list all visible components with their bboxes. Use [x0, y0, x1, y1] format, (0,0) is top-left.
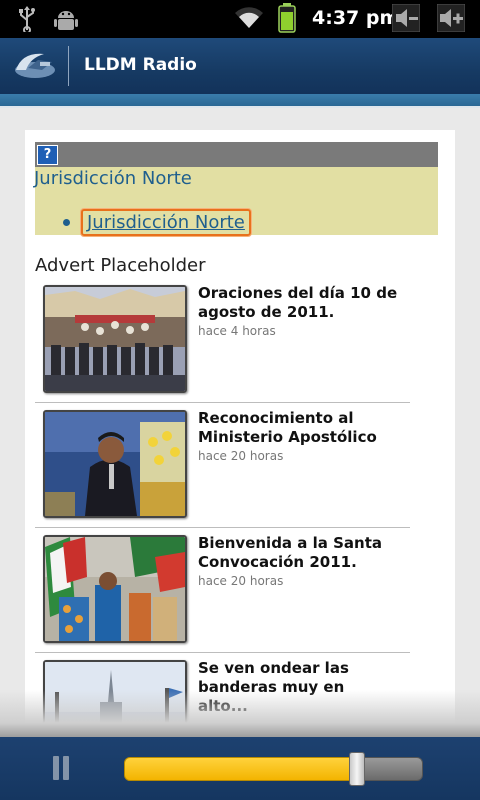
app-title: LLDM Radio: [84, 55, 197, 75]
battery-icon: [278, 3, 296, 37]
news-time: hace 20 horas: [198, 449, 284, 463]
news-title[interactable]: Reconocimiento al Ministerio Apostólico: [198, 409, 398, 447]
status-bar: 4:37 pm: [0, 0, 480, 38]
volume-slider-thumb[interactable]: [349, 752, 365, 786]
volume-slider-fill: [124, 757, 357, 781]
news-item[interactable]: Reconocimiento al Ministerio Apostólico …: [35, 403, 410, 528]
news-title[interactable]: Oraciones del día 10 de agosto de 2011.: [198, 284, 398, 322]
news-time: hace 20 horas: [198, 574, 284, 588]
usb-icon: [16, 6, 38, 36]
header-divider: [68, 46, 69, 86]
help-icon[interactable]: ?: [37, 145, 58, 165]
news-time: hace 4 horas: [198, 324, 276, 338]
bullet-icon: [63, 219, 70, 226]
volume-down-icon[interactable]: [391, 3, 421, 36]
app-header: LLDM Radio: [0, 38, 480, 94]
pause-icon[interactable]: [53, 756, 71, 780]
status-time: 4:37 pm: [312, 7, 400, 29]
wifi-icon: [233, 4, 265, 34]
header-stripe: [0, 94, 480, 106]
lldm-logo: [12, 48, 58, 88]
news-title[interactable]: Bienvenida a la Santa Convocación 2011.: [198, 534, 398, 572]
news-thumbnail[interactable]: [43, 285, 187, 393]
widget-heading: Jurisdicción Norte: [34, 168, 192, 189]
news-thumbnail[interactable]: [43, 410, 187, 518]
android-debug-icon: [54, 6, 78, 36]
news-item[interactable]: Bienvenida a la Santa Convocación 2011. …: [35, 528, 410, 653]
jurisdiction-link[interactable]: Jurisdicción Norte: [81, 209, 251, 236]
news-thumbnail[interactable]: [43, 535, 187, 643]
volume-up-icon[interactable]: [436, 3, 466, 36]
widget-title-bar: [35, 142, 438, 167]
news-item[interactable]: Oraciones del día 10 de agosto de 2011. …: [35, 278, 410, 403]
scroll-fade: [0, 690, 480, 737]
advert-placeholder: Advert Placeholder: [35, 255, 206, 276]
